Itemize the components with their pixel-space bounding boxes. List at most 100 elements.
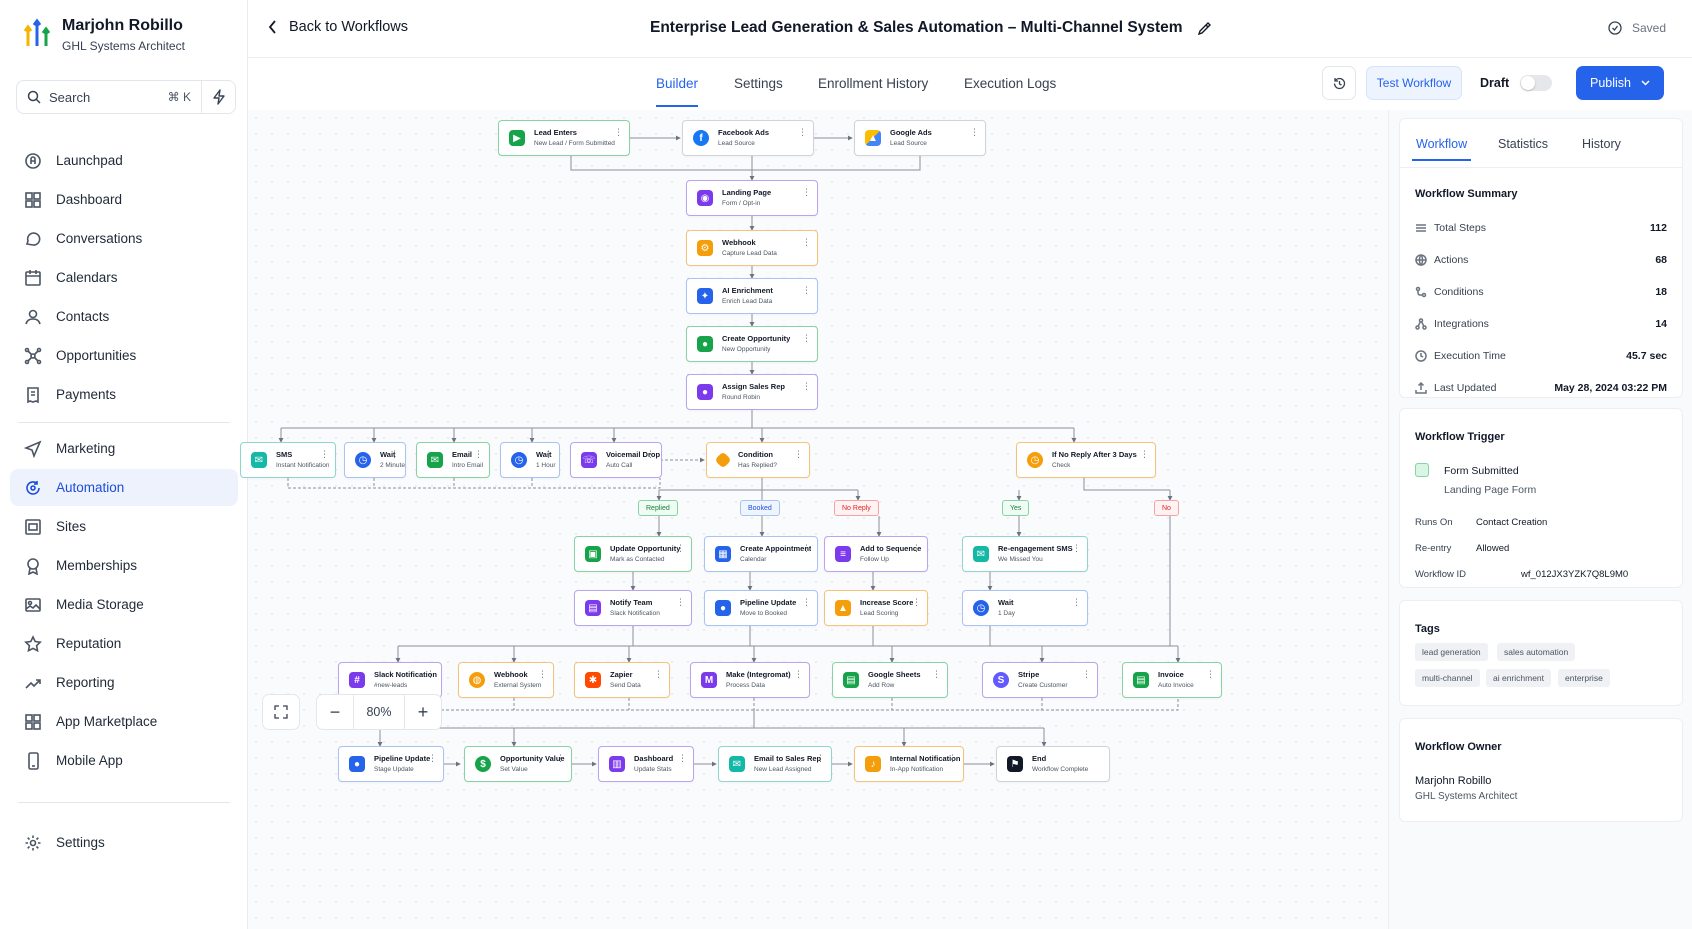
draft-publish-toggle[interactable] xyxy=(1520,75,1552,91)
sidebar-item-calendars[interactable]: Calendars xyxy=(10,259,238,296)
panel-tab-workflow[interactable]: Workflow xyxy=(1411,137,1472,161)
node-wait-2min[interactable]: ◷Wait2 Minutes⋮ xyxy=(344,442,406,478)
node-webhook-capture[interactable]: ⚙ Webhook Capture Lead Data ⋮ xyxy=(686,230,818,266)
node-menu-icon[interactable]: ⋮ xyxy=(802,188,811,197)
node-menu-icon[interactable]: ⋮ xyxy=(1140,450,1149,459)
node-no-reply-3-days[interactable]: ◷ If No Reply After 3 Days Check ⋮ xyxy=(1016,442,1156,478)
sidebar-item-mobile-app[interactable]: Mobile App xyxy=(10,742,238,779)
edit-pencil-icon[interactable] xyxy=(1197,21,1212,36)
node-menu-icon[interactable]: ⋮ xyxy=(678,754,687,763)
node-menu-icon[interactable]: ⋮ xyxy=(556,754,565,763)
node-stripe[interactable]: S Stripe Create Customer ⋮ xyxy=(982,662,1098,698)
node-menu-icon[interactable]: ⋮ xyxy=(1206,670,1215,679)
sidebar-item-conversations[interactable]: Conversations xyxy=(10,220,238,257)
node-webhook-external[interactable]: ◍ Webhook External System ⋮ xyxy=(458,662,554,698)
tab-execution-logs[interactable]: Execution Logs xyxy=(964,76,1056,91)
node-notify-team[interactable]: ▤ Notify Team Slack Notification ⋮ xyxy=(574,590,692,626)
node-wait-1hour[interactable]: ◷ Wait 1 Hour ⋮ xyxy=(500,442,560,478)
back-to-workflows-link[interactable]: Back to Workflows xyxy=(268,19,408,35)
node-menu-icon[interactable]: ⋮ xyxy=(802,544,811,553)
node-email-intro[interactable]: ✉ Email Intro Email ⋮ xyxy=(416,442,490,478)
node-menu-icon[interactable]: ⋮ xyxy=(816,754,825,763)
node-pipeline-update-booked[interactable]: ● Pipeline Update Move to Booked ⋮ xyxy=(704,590,818,626)
node-increase-score[interactable]: ▲ Increase Score Lead Scoring ⋮ xyxy=(824,590,928,626)
node-menu-icon[interactable]: ⋮ xyxy=(802,238,811,247)
sidebar-item-reporting[interactable]: Reporting xyxy=(10,664,238,701)
node-landing-page[interactable]: ◉ Landing Page Form / Opt-in ⋮ xyxy=(686,180,818,216)
zoom-out-button[interactable]: − xyxy=(317,695,353,729)
publish-button[interactable]: Publish xyxy=(1576,66,1664,100)
node-email-to-sales-rep[interactable]: ✉ Email to Sales Rep New Lead Assigned ⋮ xyxy=(718,746,832,782)
sidebar-item-app-marketplace[interactable]: App Marketplace xyxy=(10,703,238,740)
node-menu-icon[interactable]: ⋮ xyxy=(802,286,811,295)
node-create-appointment[interactable]: ▦ Create Appointment Calendar ⋮ xyxy=(704,536,818,572)
node-update-opportunity[interactable]: ▣ Update Opportunity Mark as Contacted ⋮ xyxy=(574,536,692,572)
node-menu-icon[interactable]: ⋮ xyxy=(798,128,807,137)
tag-chip[interactable]: sales automation xyxy=(1497,643,1576,661)
node-menu-icon[interactable]: ⋮ xyxy=(802,334,811,343)
node-voicemail-drop[interactable]: ☏ Voicemail Drop Auto Call ⋮ xyxy=(570,442,662,478)
node-menu-icon[interactable]: ⋮ xyxy=(646,450,655,459)
node-add-to-sequence[interactable]: ≡ Add to Sequence Follow Up ⋮ xyxy=(824,536,928,572)
tab-settings[interactable]: Settings xyxy=(734,76,783,91)
node-menu-icon[interactable]: ⋮ xyxy=(426,670,435,679)
sidebar-item-dashboard[interactable]: Dashboard xyxy=(10,181,238,218)
sidebar-item-payments[interactable]: Payments xyxy=(10,376,238,413)
node-menu-icon[interactable]: ⋮ xyxy=(320,450,329,459)
node-internal-notification[interactable]: ♪ Internal Notification In-App Notificatio… xyxy=(854,746,964,782)
zoom-in-button[interactable]: + xyxy=(405,695,441,729)
node-menu-icon[interactable]: ⋮ xyxy=(794,670,803,679)
node-re-engagement-sms[interactable]: ✉ Re-engagement SMS We Missed You ⋮ xyxy=(962,536,1088,572)
sidebar-item-automation[interactable]: Automation xyxy=(10,469,238,506)
node-dashboard[interactable]: ▥ Dashboard Update Stats ⋮ xyxy=(598,746,694,782)
sidebar-item-settings[interactable]: Settings xyxy=(10,824,238,861)
node-ai-enrichment[interactable]: ✦ AI Enrichment Enrich Lead Data ⋮ xyxy=(686,278,818,314)
node-menu-icon[interactable]: ⋮ xyxy=(970,128,979,137)
tag-chip[interactable]: multi-channel xyxy=(1415,669,1480,687)
node-facebook-ads[interactable]: f Facebook Ads Lead Source ⋮ xyxy=(682,120,814,156)
node-make-integromat[interactable]: M Make (Integromat) Process Data ⋮ xyxy=(690,662,810,698)
fit-view-button[interactable] xyxy=(262,694,300,730)
node-assign-sales-rep[interactable]: ● Assign Sales Rep Round Robin ⋮ xyxy=(686,374,818,410)
quick-action-button[interactable] xyxy=(201,81,235,113)
panel-tab-statistics[interactable]: Statistics xyxy=(1498,137,1548,151)
sidebar-item-reputation[interactable]: Reputation xyxy=(10,625,238,662)
node-menu-icon[interactable]: ⋮ xyxy=(912,598,921,607)
node-menu-icon[interactable]: ⋮ xyxy=(390,450,399,459)
node-google-ads[interactable]: ▲ Google Ads Lead Source ⋮ xyxy=(854,120,986,156)
node-menu-icon[interactable]: ⋮ xyxy=(654,670,663,679)
node-menu-icon[interactable]: ⋮ xyxy=(932,670,941,679)
tab-builder[interactable]: Builder xyxy=(656,76,699,107)
node-end[interactable]: ⚑ End Workflow Complete xyxy=(996,746,1110,782)
sidebar-item-contacts[interactable]: Contacts xyxy=(10,298,238,335)
workflow-canvas[interactable]: ▶ Lead Enters New Lead / Form Submitted ⋮ f… xyxy=(240,110,1388,929)
sidebar-item-launchpad[interactable]: Launchpad xyxy=(10,142,238,179)
node-zapier[interactable]: ✱ Zapier Send Data ⋮ xyxy=(574,662,670,698)
node-menu-icon[interactable]: ⋮ xyxy=(614,128,623,137)
sidebar-item-media-storage[interactable]: Media Storage xyxy=(10,586,238,623)
node-menu-icon[interactable]: ⋮ xyxy=(676,598,685,607)
node-menu-icon[interactable]: ⋮ xyxy=(538,670,547,679)
search-box[interactable]: Search ⌘ K xyxy=(16,80,236,114)
node-google-sheets[interactable]: ▤ Google Sheets Add Row ⋮ xyxy=(832,662,948,698)
sidebar-item-sites[interactable]: Sites xyxy=(10,508,238,545)
node-create-opportunity[interactable]: ● Create Opportunity New Opportunity ⋮ xyxy=(686,326,818,362)
node-menu-icon[interactable]: ⋮ xyxy=(1072,544,1081,553)
node-slack-notification[interactable]: # Slack Notification #new-leads ⋮ xyxy=(338,662,442,698)
node-menu-icon[interactable]: ⋮ xyxy=(912,544,921,553)
node-condition-replied[interactable]: Condition Has Replied? ⋮ xyxy=(706,442,810,478)
node-menu-icon[interactable]: ⋮ xyxy=(802,382,811,391)
panel-tab-history[interactable]: History xyxy=(1582,137,1621,151)
sidebar-item-opportunities[interactable]: Opportunities xyxy=(10,337,238,374)
node-wait-1day[interactable]: ◷ Wait 1 Day ⋮ xyxy=(962,590,1088,626)
search-input[interactable]: Search xyxy=(17,81,168,113)
node-menu-icon[interactable]: ⋮ xyxy=(1072,598,1081,607)
node-menu-icon[interactable]: ⋮ xyxy=(1082,670,1091,679)
sidebar-item-marketing[interactable]: Marketing xyxy=(10,430,238,467)
node-menu-icon[interactable]: ⋮ xyxy=(802,598,811,607)
node-invoice[interactable]: ▤ Invoice Auto Invoice ⋮ xyxy=(1122,662,1222,698)
test-workflow-button[interactable]: Test Workflow xyxy=(1366,66,1462,100)
node-sms[interactable]: ✉ SMS Instant Notification ⋮ xyxy=(240,442,336,478)
node-menu-icon[interactable]: ⋮ xyxy=(474,450,483,459)
tag-chip[interactable]: ai enrichment xyxy=(1486,669,1552,687)
